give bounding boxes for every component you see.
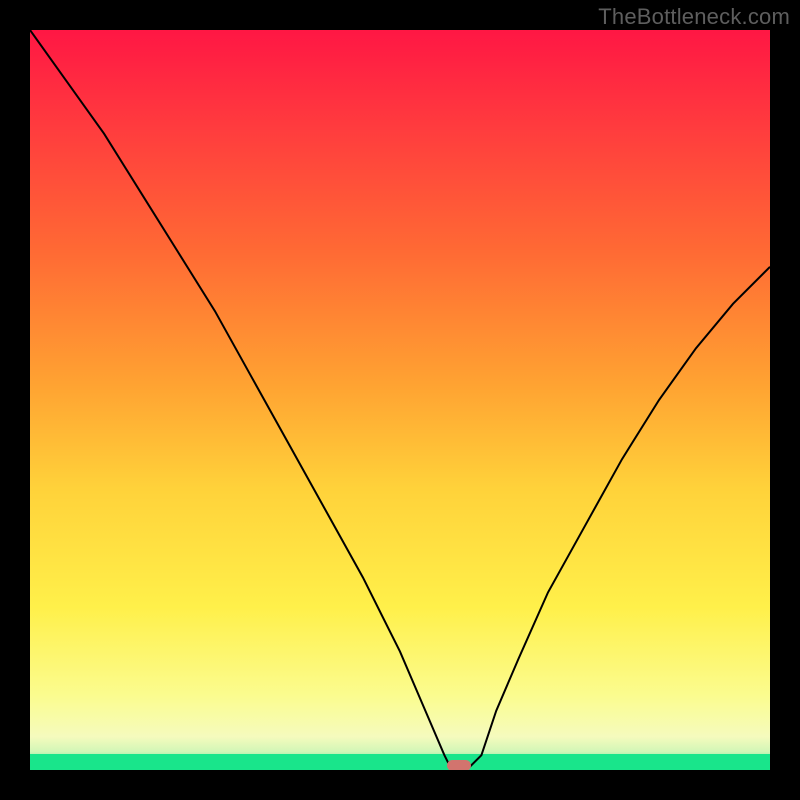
watermark-text: TheBottleneck.com bbox=[598, 4, 790, 30]
bottleneck-curve bbox=[30, 30, 770, 770]
chart-frame: TheBottleneck.com bbox=[0, 0, 800, 800]
optimal-marker bbox=[447, 760, 471, 770]
curve-polyline bbox=[30, 30, 770, 770]
plot-area bbox=[30, 30, 770, 770]
